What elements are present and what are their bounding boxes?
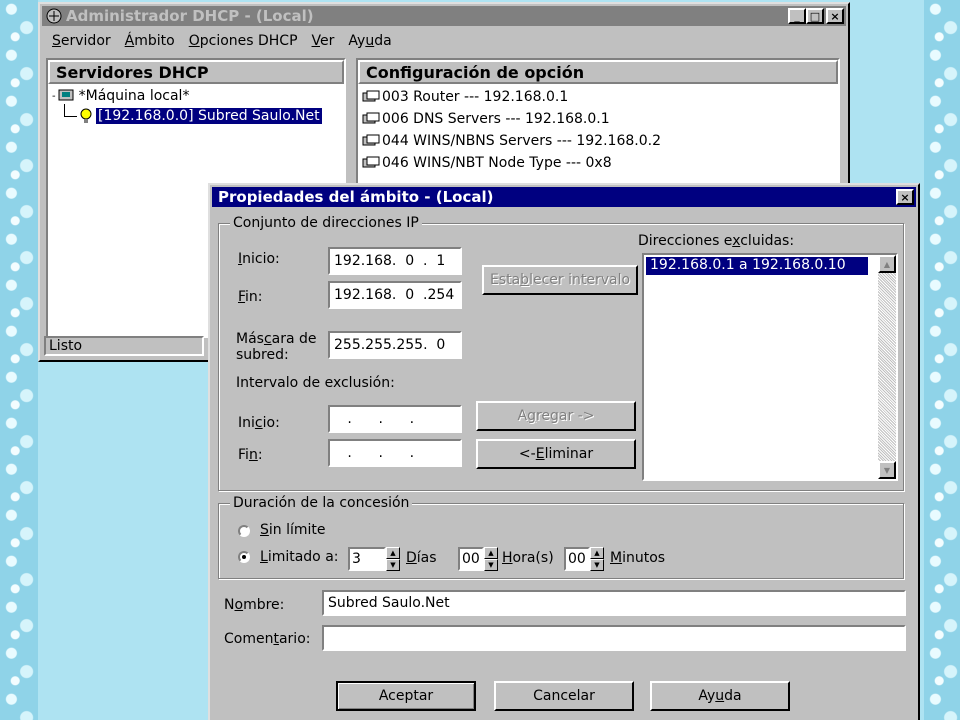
unlimited-label[interactable]: Sin límite [260,522,326,538]
spin-up-icon[interactable]: ▲ [590,547,604,559]
menu-servidor[interactable]: Servidor [52,33,111,49]
option-icon [362,112,380,126]
app-icon[interactable] [46,8,62,24]
servers-pane-header[interactable]: Servidores DHCP [48,60,344,84]
excluded-list[interactable]: 192.168.0.1 a 192.168.0.10 ▲ ▼ [642,253,898,481]
dialog-title: Propiedades del ámbito - (Local) [218,188,494,206]
dialog-close-button[interactable]: × [896,189,914,205]
end-ip-field[interactable]: 192.168. 0 .254 [328,281,462,309]
tree-child[interactable]: [192.168.0.0] Subred Saulo.Net [78,108,322,124]
tree-connector [64,104,77,117]
add-button[interactable]: Ag regar -> [476,401,636,431]
help-button[interactable]: Ay u da [650,681,790,711]
days-spinner[interactable]: ▲ ▼ [386,547,400,571]
desktop-wallpaper-left [0,0,38,720]
exclusion-end-label: Fin: [238,447,263,463]
exclusion-range-label: Intervalo de exclusión: [236,375,395,391]
comment-field[interactable] [322,625,906,651]
ok-button[interactable]: Aceptar [336,681,476,711]
menu-opciones-dhcp[interactable]: Opciones DHCP [189,33,298,49]
options-pane-header[interactable]: Configuración de opción [358,60,838,84]
hours-field[interactable]: 00 [458,547,484,571]
desktop-wallpaper-right [924,0,960,720]
scroll-down-button[interactable]: ▼ [878,461,896,479]
spin-up-icon[interactable]: ▲ [386,547,400,559]
tree-root-label: *Máquina local* [78,88,190,104]
spin-down-icon[interactable]: ▼ [386,559,400,571]
menu-bar: Servidor Ámbito Opciones DHCP Ver Ayuda [52,33,392,49]
limited-radio[interactable] [238,551,250,563]
bulb-icon [78,108,94,124]
options-list: 003 Router --- 192.168.0.1 006 DNS Serve… [362,86,661,174]
mask-label-line2: subred: [236,347,289,363]
scope-properties-dialog: Propiedades del ámbito - (Local) × Conju… [208,183,920,720]
ip-group-label: Conjunto de direcciones IP [230,215,422,231]
status-bar: Listo [44,336,204,356]
subnet-mask-field[interactable]: 255.255.255. 0 [328,331,462,359]
close-button[interactable]: × [826,8,844,24]
name-field[interactable]: Subred Saulo.Net [322,590,906,616]
scroll-up-button[interactable]: ▲ [878,255,896,273]
name-label: Nombre: [224,597,285,613]
scrollbar[interactable]: ▲ ▼ [878,255,896,479]
option-icon [362,90,380,104]
limited-label[interactable]: Limitado a: [260,549,339,565]
exclusion-end-field[interactable]: . . . [328,439,462,467]
minimize-button[interactable]: _ [788,8,806,24]
cancel-button[interactable]: Cancelar [494,681,634,711]
days-label: Días [406,550,437,566]
menu-ayuda[interactable]: Ayuda [348,33,391,49]
option-icon [362,156,380,170]
mask-label-line1: Máscara de [236,331,317,347]
comment-label: Comentario: [224,631,311,647]
minutes-label: Minutos [610,550,666,566]
minutes-spinner[interactable]: ▲ ▼ [590,547,604,571]
set-range-button[interactable]: Esta b lecer intervalo [482,265,638,295]
remove-button[interactable]: <- Eliminar [476,439,636,469]
tree-child-label: [192.168.0.0] Subred Saulo.Net [96,108,322,124]
spin-down-icon[interactable]: ▼ [590,559,604,571]
tree-root[interactable]: - *Máquina local* [52,88,189,104]
end-label: Fin: [238,289,263,305]
lease-duration-group [218,503,904,579]
option-icon [362,134,380,148]
maximize-button[interactable]: □ [806,8,824,24]
list-item[interactable]: 006 DNS Servers --- 192.168.0.1 [362,108,661,130]
spin-down-icon[interactable]: ▼ [484,559,498,571]
list-item[interactable]: 046 WINS/NBT Node Type --- 0x8 [362,152,661,174]
days-field[interactable]: 3 [348,547,386,571]
hours-spinner[interactable]: ▲ ▼ [484,547,498,571]
exclusion-start-label: Inicio: [238,415,280,431]
start-ip-field[interactable]: 192.168. 0 . 1 [328,247,462,275]
hours-label: Hora(s) [502,550,554,566]
server-icon [58,89,76,103]
list-item[interactable]: 192.168.0.1 a 192.168.0.10 [646,257,868,275]
minutes-field[interactable]: 00 [564,547,590,571]
status-text: Listo [49,338,83,354]
list-item[interactable]: 003 Router --- 192.168.0.1 [362,86,661,108]
tree-expander-icon[interactable]: - [52,91,56,102]
main-window-title: Administrador DHCP - (Local) [66,7,314,25]
spin-up-icon[interactable]: ▲ [484,547,498,559]
exclusion-start-field[interactable]: . . . [328,405,462,433]
menu-ver[interactable]: Ver [312,33,335,49]
dialog-titlebar[interactable]: Propiedades del ámbito - (Local) × [212,187,916,207]
list-item[interactable]: 044 WINS/NBNS Servers --- 192.168.0.2 [362,130,661,152]
menu-ambito[interactable]: Ámbito [125,33,175,49]
lease-group-label: Duración de la concesión [230,495,413,511]
excluded-label: Direcciones excluidas: [638,233,795,249]
main-titlebar[interactable]: Administrador DHCP - (Local) _ □ × [42,6,846,26]
unlimited-radio[interactable] [238,525,250,537]
start-label: Inicio: [238,251,280,267]
